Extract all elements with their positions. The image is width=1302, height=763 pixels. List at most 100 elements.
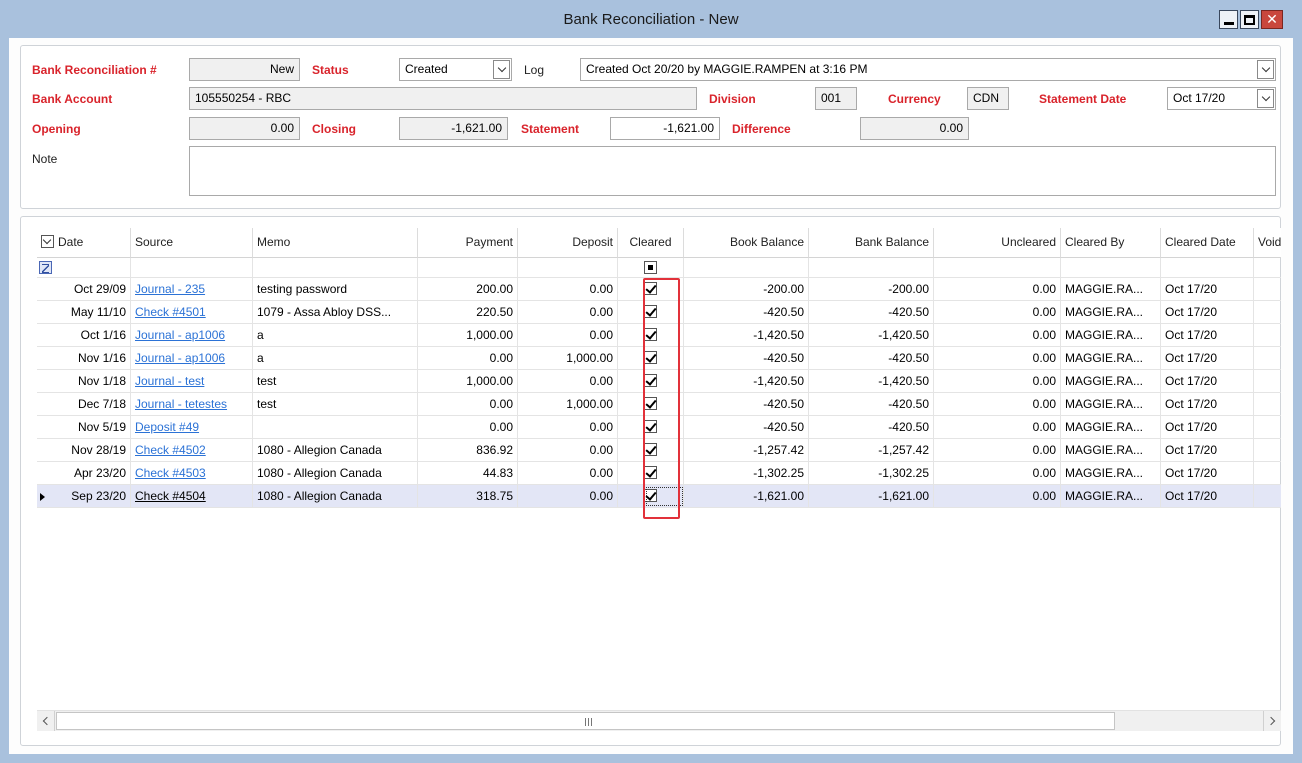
cell-date[interactable]: Apr 23/20: [37, 462, 131, 485]
cell-bank-balance[interactable]: -420.50: [809, 416, 934, 439]
cell-cleared-by[interactable]: MAGGIE.RA...: [1061, 370, 1161, 393]
cell-memo[interactable]: 1080 - Allegion Canada: [253, 485, 418, 508]
cell-deposit[interactable]: 0.00: [518, 324, 618, 347]
cell-cleared-by[interactable]: MAGGIE.RA...: [1061, 416, 1161, 439]
filter-cell[interactable]: [253, 258, 418, 278]
column-header-cleared-date[interactable]: Cleared Date: [1161, 228, 1254, 258]
cell-bank-balance[interactable]: -420.50: [809, 301, 934, 324]
cell-date[interactable]: May 11/10: [37, 301, 131, 324]
cell-cleared-date[interactable]: Oct 17/20: [1161, 485, 1254, 508]
cell-memo[interactable]: test: [253, 370, 418, 393]
cell-bank-balance[interactable]: -200.00: [809, 278, 934, 301]
table-row[interactable]: Apr 23/20 Check #4503 1080 - Allegion Cana…: [37, 462, 1281, 485]
cleared-checkbox[interactable]: [644, 397, 657, 411]
cell-deposit[interactable]: 0.00: [518, 462, 618, 485]
cell-deposit[interactable]: 0.00: [518, 370, 618, 393]
cell-cleared-by[interactable]: MAGGIE.RA...: [1061, 439, 1161, 462]
cell-cleared[interactable]: [618, 416, 684, 439]
cell-deposit[interactable]: 0.00: [518, 416, 618, 439]
cell-deposit[interactable]: 0.00: [518, 301, 618, 324]
cell-cleared[interactable]: [618, 439, 684, 462]
source-link[interactable]: Check #4502: [135, 443, 206, 457]
filter-cell[interactable]: [1161, 258, 1254, 278]
status-dropdown-button[interactable]: [493, 60, 510, 79]
cell-source[interactable]: Check #4503: [131, 462, 253, 485]
filter-cell[interactable]: [809, 258, 934, 278]
cell-bank-balance[interactable]: -1,621.00: [809, 485, 934, 508]
cell-cleared-by[interactable]: MAGGIE.RA...: [1061, 301, 1161, 324]
cell-memo[interactable]: 1080 - Allegion Canada: [253, 462, 418, 485]
cell-cleared[interactable]: [618, 462, 684, 485]
column-header-bank-balance[interactable]: Bank Balance: [809, 228, 934, 258]
source-link[interactable]: Deposit #49: [135, 420, 199, 434]
cell-uncleared[interactable]: 0.00: [934, 439, 1061, 462]
cell-deposit[interactable]: 1,000.00: [518, 347, 618, 370]
cell-payment[interactable]: 200.00: [418, 278, 518, 301]
column-header-memo[interactable]: Memo: [253, 228, 418, 258]
cell-payment[interactable]: 1,000.00: [418, 370, 518, 393]
cell-deposit[interactable]: 0.00: [518, 278, 618, 301]
cell-uncleared[interactable]: 0.00: [934, 301, 1061, 324]
table-row[interactable]: Nov 28/19 Check #4502 1080 - Allegion Cana…: [37, 439, 1281, 462]
cleared-checkbox[interactable]: [644, 328, 657, 342]
cell-cleared-date[interactable]: Oct 17/20: [1161, 301, 1254, 324]
cell-bank-balance[interactable]: -1,302.25: [809, 462, 934, 485]
close-button[interactable]: ✕: [1261, 10, 1283, 29]
maximize-button[interactable]: [1240, 10, 1259, 29]
cell-source[interactable]: Check #4502: [131, 439, 253, 462]
filter-cell[interactable]: [1061, 258, 1161, 278]
cell-cleared[interactable]: [618, 370, 684, 393]
cell-uncleared[interactable]: 0.00: [934, 485, 1061, 508]
filter-cell[interactable]: [684, 258, 809, 278]
cell-cleared-by[interactable]: MAGGIE.RA...: [1061, 347, 1161, 370]
cell-void[interactable]: [1254, 416, 1281, 439]
cell-book-balance[interactable]: -420.50: [684, 416, 809, 439]
cell-payment[interactable]: 836.92: [418, 439, 518, 462]
cell-source[interactable]: Journal - ap1006: [131, 324, 253, 347]
cell-memo[interactable]: a: [253, 324, 418, 347]
cell-uncleared[interactable]: 0.00: [934, 278, 1061, 301]
cell-book-balance[interactable]: -1,420.50: [684, 324, 809, 347]
cell-void[interactable]: [1254, 301, 1281, 324]
source-link[interactable]: Check #4503: [135, 466, 206, 480]
cell-payment[interactable]: 0.00: [418, 347, 518, 370]
cell-bank-balance[interactable]: -420.50: [809, 347, 934, 370]
table-row[interactable]: Sep 23/20 Check #4504 1080 - Allegion Cana…: [37, 485, 1281, 508]
cell-source[interactable]: Check #4501: [131, 301, 253, 324]
cell-cleared-date[interactable]: Oct 17/20: [1161, 393, 1254, 416]
cell-cleared-date[interactable]: Oct 17/20: [1161, 278, 1254, 301]
cleared-checkbox[interactable]: [644, 282, 657, 296]
cell-deposit[interactable]: 0.00: [518, 439, 618, 462]
note-textarea[interactable]: [189, 146, 1276, 196]
cell-cleared-by[interactable]: MAGGIE.RA...: [1061, 393, 1161, 416]
cell-uncleared[interactable]: 0.00: [934, 393, 1061, 416]
statement-input[interactable]: -1,621.00: [610, 117, 720, 140]
scroll-right-button[interactable]: [1263, 711, 1281, 731]
cell-book-balance[interactable]: -1,302.25: [684, 462, 809, 485]
cell-source[interactable]: Check #4504: [131, 485, 253, 508]
column-header-deposit[interactable]: Deposit: [518, 228, 618, 258]
column-header-date[interactable]: Date: [37, 228, 131, 258]
cell-payment[interactable]: 0.00: [418, 416, 518, 439]
column-header-cleared[interactable]: Cleared: [618, 228, 684, 258]
cell-bank-balance[interactable]: -1,420.50: [809, 324, 934, 347]
status-select[interactable]: Created: [399, 58, 512, 81]
cell-date[interactable]: Dec 7/18: [37, 393, 131, 416]
cell-deposit[interactable]: 1,000.00: [518, 393, 618, 416]
filter-cell[interactable]: [37, 258, 131, 278]
cell-memo[interactable]: test: [253, 393, 418, 416]
cell-memo[interactable]: testing password: [253, 278, 418, 301]
cell-cleared[interactable]: [618, 301, 684, 324]
cell-cleared[interactable]: [618, 347, 684, 370]
cleared-checkbox[interactable]: [644, 305, 657, 319]
cell-bank-balance[interactable]: -420.50: [809, 393, 934, 416]
cell-bank-balance[interactable]: -1,420.50: [809, 370, 934, 393]
cell-cleared-date[interactable]: Oct 17/20: [1161, 324, 1254, 347]
cell-cleared-by[interactable]: MAGGIE.RA...: [1061, 278, 1161, 301]
cell-void[interactable]: [1254, 485, 1281, 508]
cell-source[interactable]: Journal - test: [131, 370, 253, 393]
cell-date[interactable]: Nov 1/16: [37, 347, 131, 370]
minimize-button[interactable]: [1219, 10, 1238, 29]
table-row[interactable]: May 11/10 Check #4501 1079 - Assa Abloy DS…: [37, 301, 1281, 324]
cleared-filter-checkbox[interactable]: [644, 261, 657, 275]
